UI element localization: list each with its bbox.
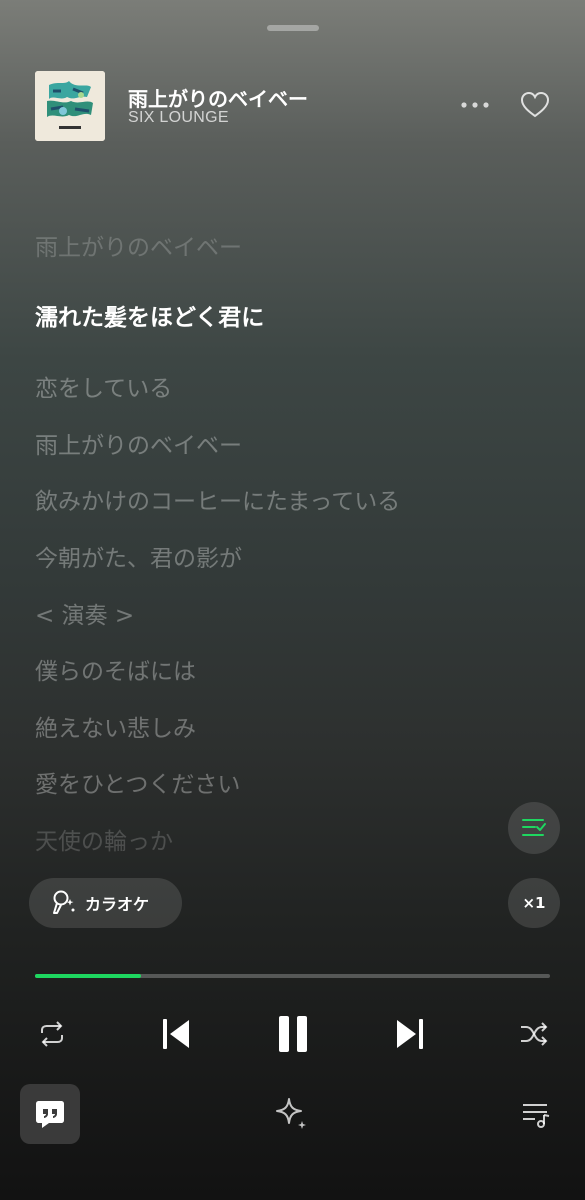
sparkle-icon (276, 1098, 306, 1129)
lyrics-list-icon (522, 819, 546, 836)
more-options-button[interactable] (458, 93, 492, 117)
pause-icon (279, 1016, 307, 1052)
lyric-line[interactable]: < 演奏 > (35, 596, 134, 630)
track-title[interactable]: 雨上がりのベイベー (128, 83, 308, 112)
shuffle-button[interactable] (516, 1016, 552, 1052)
lyric-line[interactable]: 愛をひとつください (35, 765, 240, 799)
lyric-line[interactable]: 飲みかけのコーヒーにたまっている (35, 482, 400, 516)
previous-button[interactable] (156, 1014, 196, 1054)
lyrics-panel[interactable]: 雨上がりのベイベー 濡れた髪をほどく君に 恋をしている 雨上がりのベイベー 飲み… (35, 220, 565, 860)
repeat-icon (41, 1021, 63, 1047)
lyric-line[interactable]: 僕らのそばには (35, 652, 196, 686)
now-playing-header: 雨上がりのベイベー SIX LOUNGE (35, 71, 565, 141)
lyrics-sync-button[interactable] (508, 802, 560, 854)
smart-shuffle-button[interactable] (270, 1092, 314, 1136)
lyric-line[interactable]: 絶えない悲しみ (35, 709, 196, 743)
lyric-line[interactable]: 天使の輪っか (35, 822, 173, 856)
lyric-line[interactable]: 雨上がりのベイベー (35, 228, 242, 262)
lyric-line[interactable]: 今朝がた、君の影が (35, 539, 242, 573)
lyric-line[interactable]: 雨上がりのベイベー (35, 426, 242, 460)
heart-icon (520, 91, 550, 118)
playback-speed-button[interactable]: ×1 (508, 878, 560, 928)
queue-button[interactable] (518, 1096, 554, 1132)
repeat-button[interactable] (34, 1016, 70, 1052)
previous-icon (163, 1019, 189, 1049)
shuffle-icon (521, 1022, 548, 1046)
karaoke-button[interactable]: カラオケ (29, 878, 182, 928)
quote-icon (36, 1101, 64, 1128)
like-button[interactable] (519, 89, 551, 121)
next-icon (397, 1019, 423, 1049)
drag-handle[interactable] (267, 25, 319, 31)
lyric-line-active[interactable]: 濡れた髪をほどく君に (35, 298, 264, 332)
album-art[interactable] (35, 71, 105, 141)
progress-bar[interactable] (35, 974, 550, 978)
track-artist[interactable]: SIX LOUNGE (128, 109, 229, 127)
pause-button[interactable] (270, 1010, 316, 1058)
lyrics-share-button[interactable] (20, 1084, 80, 1144)
more-icon (461, 102, 489, 108)
progress-fill (35, 974, 141, 978)
next-button[interactable] (390, 1014, 430, 1054)
lyric-line[interactable]: 恋をしている (35, 369, 172, 403)
karaoke-label: カラオケ (85, 895, 150, 914)
queue-icon (523, 1104, 550, 1128)
microphone-icon (53, 890, 75, 914)
